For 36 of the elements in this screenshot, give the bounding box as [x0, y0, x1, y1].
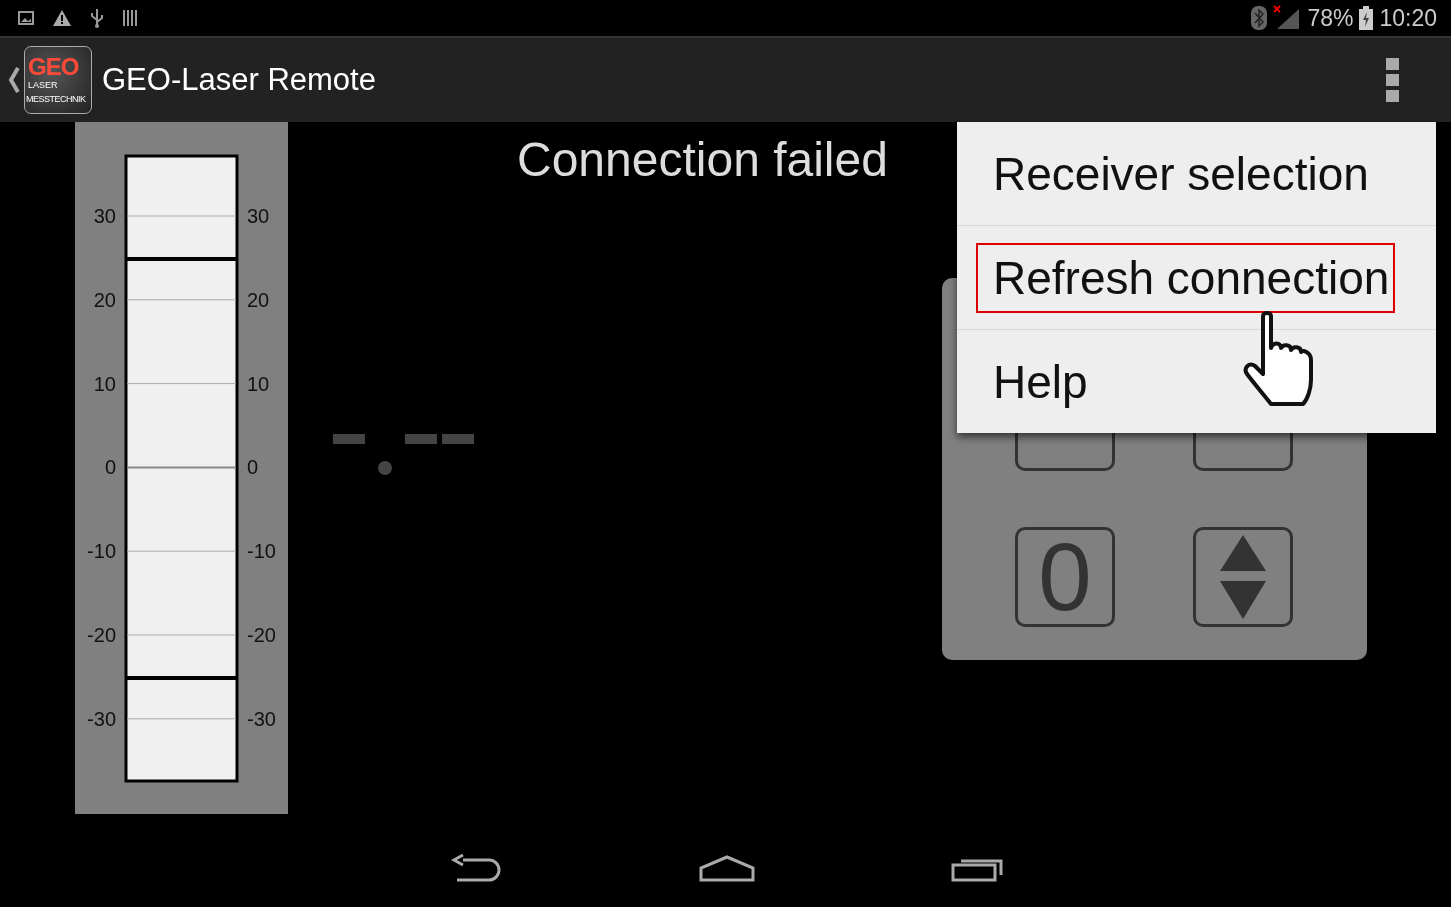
bluetooth-icon: [1251, 6, 1268, 30]
tick-label: 10: [93, 372, 116, 395]
tick-label: 10: [247, 372, 270, 395]
tick-label: 30: [247, 205, 270, 227]
connection-status: Connection failed: [517, 132, 888, 187]
signal-icon: [1273, 5, 1302, 31]
tick-label: -10: [247, 540, 276, 563]
tick-label: -20: [247, 624, 276, 646]
usb-icon: [90, 8, 104, 28]
up-down-arrows-icon: [1220, 535, 1266, 619]
tick-label: 20: [247, 288, 270, 311]
tick-label: 20: [93, 288, 116, 311]
up-down-key[interactable]: [1193, 527, 1293, 627]
back-chevron-icon: [8, 66, 20, 94]
clock: 10:20: [1379, 4, 1437, 32]
battery-percent: 78%: [1307, 4, 1354, 32]
app-home-button[interactable]: GEO LASER MESSTECHNIK: [8, 46, 92, 114]
tick-label: 0: [104, 456, 116, 479]
menu-item[interactable]: Receiver selection: [976, 138, 1375, 209]
overflow-menu-icon[interactable]: [1386, 58, 1400, 102]
menu-item[interactable]: Help: [976, 346, 1094, 417]
app-logo: GEO LASER MESSTECHNIK: [24, 46, 92, 114]
tick-label: -30: [247, 707, 276, 730]
tick-label: -10: [87, 540, 116, 563]
image-icon: [18, 10, 34, 26]
home-icon[interactable]: [698, 853, 755, 884]
tick-label: 0: [247, 456, 259, 479]
barcode-icon: [122, 9, 138, 27]
warning-icon: [52, 9, 72, 27]
app-title: GEO-Laser Remote: [102, 62, 376, 98]
menu-item[interactable]: Refresh connection: [976, 242, 1396, 313]
back-icon[interactable]: [450, 853, 503, 884]
tick-label: -30: [87, 707, 116, 730]
battery-charging-icon: [1359, 6, 1374, 30]
tick-label: 30: [93, 205, 116, 227]
tick-label: -20: [87, 624, 116, 646]
